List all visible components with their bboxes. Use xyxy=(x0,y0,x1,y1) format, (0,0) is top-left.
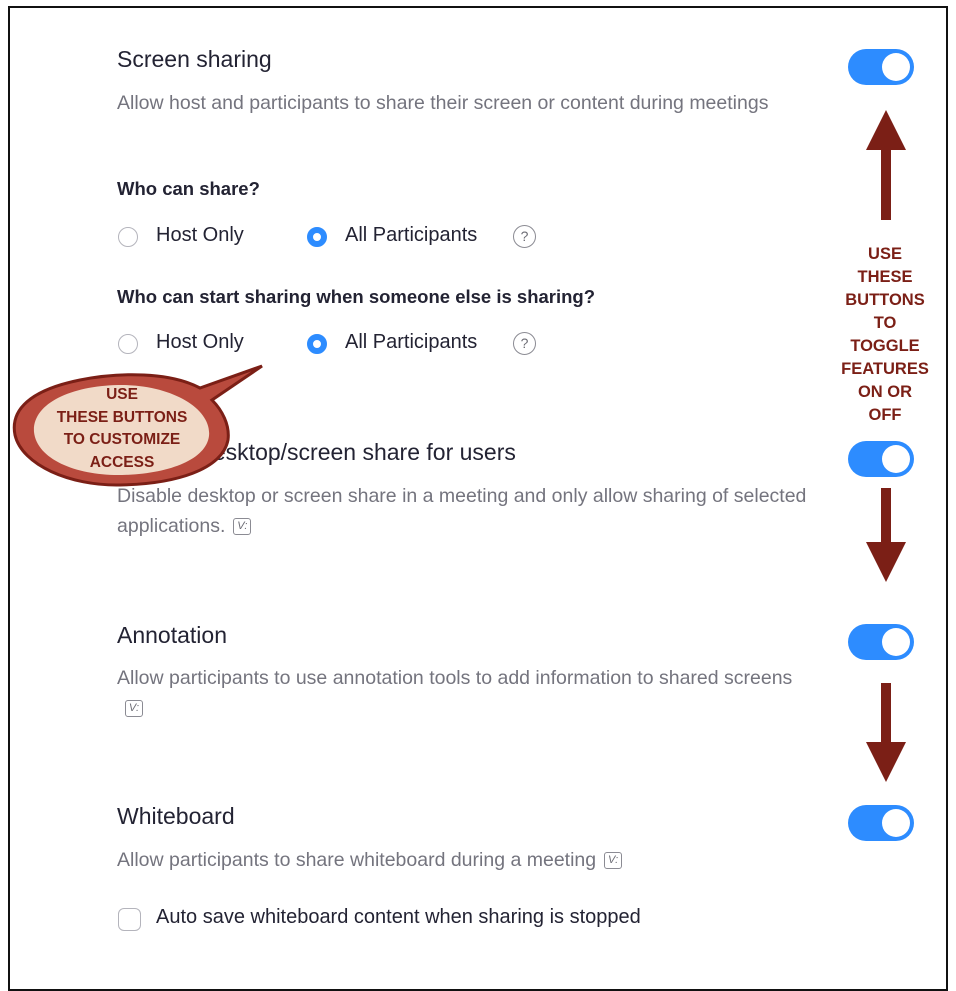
access-callout-line: ACCESS xyxy=(89,453,155,471)
toggle-callout-line: TOGGLE xyxy=(850,337,920,355)
access-callout: USE THESE BUTTONS TO CUSTOMIZE ACCESS xyxy=(36,384,208,474)
down-arrow-icon xyxy=(866,488,906,582)
toggle-callout-line: OFF xyxy=(868,406,902,424)
up-arrow-icon xyxy=(866,110,906,220)
toggle-callout-line: BUTTONS xyxy=(845,291,925,309)
toggle-callout-line: FEATURES xyxy=(841,360,929,378)
callout-arrows xyxy=(12,110,906,782)
access-callout-line: THESE BUTTONS xyxy=(56,408,188,426)
toggle-callout-line: THESE xyxy=(857,268,913,286)
toggle-callout: USE THESE BUTTONS TO TOGGLE FEATURES ON … xyxy=(826,243,944,427)
access-callout-line: USE xyxy=(106,386,138,403)
down-arrow-icon xyxy=(866,683,906,782)
toggle-callout-line: USE xyxy=(868,245,902,263)
access-callout-line: TO CUSTOMIZE xyxy=(63,431,181,448)
toggle-callout-line: ON OR xyxy=(857,383,913,401)
toggle-callout-line: TO xyxy=(873,314,897,332)
